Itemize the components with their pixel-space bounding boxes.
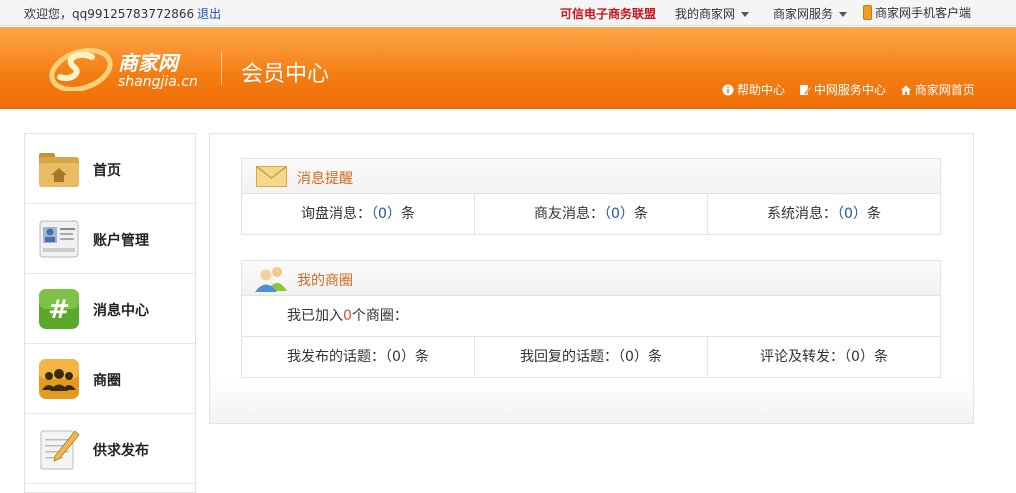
chevron-down-icon xyxy=(741,12,750,17)
logo-cn: 商家网 xyxy=(118,51,178,75)
my-topics-unit: 条 xyxy=(414,349,429,365)
message-reminder-title: 消息提醒 xyxy=(297,171,353,187)
comments-forwards[interactable]: 评论及转发：（0）条 xyxy=(708,337,940,377)
system-label: 系统消息： xyxy=(767,206,838,222)
system-messages[interactable]: 系统消息：（0）条 xyxy=(708,194,940,234)
inquiry-unit: 条 xyxy=(400,206,415,222)
edit-doc-icon xyxy=(799,84,811,95)
sidebar-item-account[interactable]: 账户管理 xyxy=(25,204,195,274)
my-topics-label: 我发布的话题： xyxy=(287,349,386,365)
sidebar-item-messages[interactable]: # 消息中心 xyxy=(25,274,195,344)
mobile-client-label: 商家网手机客户端 xyxy=(875,6,972,20)
friend-label: 商友消息： xyxy=(534,206,605,222)
logo-text: 商家网 shangjia.cn xyxy=(118,47,198,90)
home-icon xyxy=(900,85,911,95)
inquiry-label: 询盘消息： xyxy=(301,206,372,222)
topic-counts-row: 我发布的话题：（0）条 我回复的话题：（0）条 评论及转发：（0）条 xyxy=(242,337,940,377)
friend-unit: 条 xyxy=(633,206,648,222)
my-topics-count: （0） xyxy=(385,349,415,365)
homepage-label: 商家网首页 xyxy=(914,83,975,97)
alliance-link[interactable]: 可信电子商务联盟 xyxy=(560,5,656,22)
comments-count: （0） xyxy=(844,349,874,365)
hash-icon: # xyxy=(39,289,79,329)
page-title: 会员中心 xyxy=(241,62,330,87)
sidebar-item-label: 账户管理 xyxy=(93,233,149,249)
sidebar-item-supply[interactable]: 供求发布 xyxy=(25,414,195,484)
header-banner: 商家网 shangjia.cn 会员中心 帮助中心 中网服务中心 商家网首页 xyxy=(0,27,1016,109)
envelope-icon xyxy=(256,166,287,187)
logo-en: shangjia.cn xyxy=(118,74,198,90)
comments-unit: 条 xyxy=(873,349,888,365)
comments-label: 评论及转发： xyxy=(760,349,845,365)
services-label: 商家网服务 xyxy=(773,7,834,21)
help-center-link[interactable]: 帮助中心 xyxy=(722,83,789,97)
my-shangjia-menu[interactable]: 我的商家网 xyxy=(675,5,750,22)
logout-link[interactable]: 退出 xyxy=(197,7,221,21)
friend-messages[interactable]: 商友消息：（0）条 xyxy=(475,194,708,234)
sidebar-item-label: 商圈 xyxy=(93,373,121,389)
id-card-icon xyxy=(39,220,79,258)
inquiry-count: （0） xyxy=(371,206,401,222)
header-divider xyxy=(221,51,222,85)
people-icon xyxy=(39,359,79,399)
welcome-label: 欢迎您，qq99125783772866 xyxy=(24,7,195,21)
service-center-label: 中网服务中心 xyxy=(813,83,886,97)
service-center-link[interactable]: 中网服务中心 xyxy=(799,83,890,97)
help-center-label: 帮助中心 xyxy=(737,83,786,97)
svg-text:#: # xyxy=(48,295,70,325)
my-replies-unit: 条 xyxy=(647,349,662,365)
joined-prefix: 我已加入 xyxy=(287,308,343,324)
my-circle-title: 我的商圈 xyxy=(297,273,353,289)
sidebar-item-circle[interactable]: 商圈 xyxy=(25,344,195,414)
my-shangjia-label: 我的商家网 xyxy=(675,7,736,21)
joined-circles-row: 我已加入0个商圈： xyxy=(242,296,940,337)
info-icon xyxy=(722,84,734,95)
folder-home-icon xyxy=(39,153,79,187)
message-counts-row: 询盘消息：（0）条 商友消息：（0）条 系统消息：（0）条 xyxy=(242,194,940,234)
main-panel: 消息提醒 询盘消息：（0）条 商友消息：（0）条 系统消息：（0）条 我的商圈 xyxy=(209,133,974,424)
homepage-link[interactable]: 商家网首页 xyxy=(900,83,975,97)
welcome-text: 欢迎您，qq99125783772866 退出 xyxy=(24,5,221,22)
my-topics[interactable]: 我发布的话题：（0）条 xyxy=(242,337,475,377)
sidebar: 首页 账户管理 # 消息中心 商圈 供求发布 xyxy=(24,133,196,493)
message-reminder-box: 消息提醒 询盘消息：（0）条 商友消息：（0）条 系统消息：（0）条 xyxy=(241,158,941,235)
message-reminder-header: 消息提醒 xyxy=(242,159,940,194)
notepad-pencil-icon xyxy=(40,430,80,470)
services-menu[interactable]: 商家网服务 xyxy=(773,5,848,22)
users-icon xyxy=(255,267,287,292)
joined-suffix: 个商圈： xyxy=(351,308,408,324)
my-replies-count: （0） xyxy=(618,349,648,365)
sidebar-item-label: 供求发布 xyxy=(93,443,149,459)
inquiry-messages[interactable]: 询盘消息：（0）条 xyxy=(242,194,475,234)
sidebar-item-label: 消息中心 xyxy=(93,303,149,319)
mobile-phone-icon xyxy=(863,5,872,20)
top-bar: 欢迎您，qq99125783772866 退出 可信电子商务联盟 我的商家网 商家… xyxy=(0,0,1016,26)
system-count: （0） xyxy=(837,206,867,222)
my-circle-header: 我的商圈 xyxy=(242,261,940,296)
sidebar-item-home[interactable]: 首页 xyxy=(25,134,195,204)
joined-count[interactable]: 0 xyxy=(343,308,352,324)
mobile-client-link[interactable]: 商家网手机客户端 xyxy=(863,4,971,21)
my-replies[interactable]: 我回复的话题：（0）条 xyxy=(475,337,708,377)
my-circle-box: 我的商圈 我已加入0个商圈： 我发布的话题：（0）条 我回复的话题：（0）条 评… xyxy=(241,260,941,378)
my-replies-label: 我回复的话题： xyxy=(520,349,619,365)
friend-count: （0） xyxy=(604,206,634,222)
sidebar-item-label: 首页 xyxy=(93,163,121,179)
chevron-down-icon xyxy=(839,12,848,17)
header-links: 帮助中心 中网服务中心 商家网首页 xyxy=(722,81,985,98)
shangjia-logo-icon[interactable] xyxy=(48,45,114,91)
system-unit: 条 xyxy=(866,206,881,222)
